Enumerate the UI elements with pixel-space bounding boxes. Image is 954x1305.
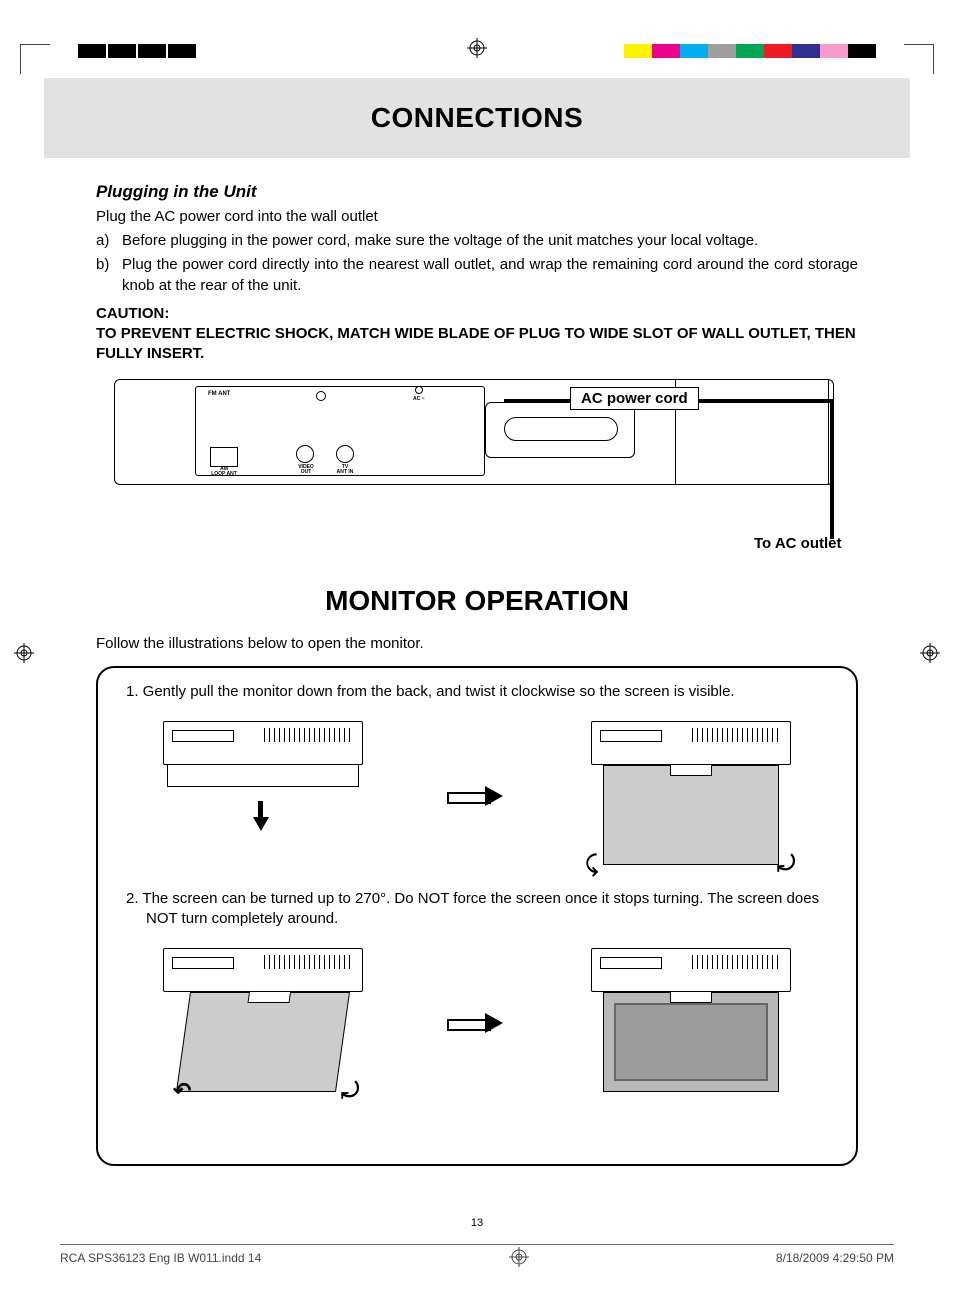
subheading: Plugging in the Unit	[96, 182, 858, 202]
tv-ant-jack-icon	[336, 445, 354, 463]
illustration-row: ↶ ⤾	[116, 938, 838, 1108]
video-out-jack-icon	[296, 445, 314, 463]
list-label: a)	[96, 231, 122, 251]
page-title: CONNECTIONS	[371, 102, 583, 134]
device-screen-side-illustration: ↶ ⤾	[153, 948, 373, 1098]
section-title: MONITOR OPERATION	[44, 585, 910, 617]
slug-datetime: 8/18/2009 4:29:50 PM	[776, 1251, 894, 1267]
step-text-line2: NOT turn completely around.	[126, 909, 838, 929]
caution-label: CAUTION:	[96, 304, 858, 324]
instruction-text: Follow the illustrations below to open t…	[96, 635, 858, 652]
am-loop-label: AM LOOP ANT	[204, 467, 244, 477]
monitor-steps-box: 1. Gently pull the monitor down from the…	[96, 666, 858, 1166]
intro-text: Plug the AC power cord into the wall out…	[96, 208, 858, 225]
list-item: a) Before plugging in the power cord, ma…	[96, 231, 858, 251]
caution-text: TO PREVENT ELECTRIC SHOCK, MATCH WIDE BL…	[96, 324, 858, 365]
black-bars-icon	[78, 44, 198, 58]
print-registration-top	[0, 20, 954, 56]
page-content: CONNECTIONS Plugging in the Unit Plug th…	[44, 64, 910, 1244]
rotate-cw-icon: ⤾	[341, 1078, 365, 1102]
rear-panel-diagram: FM ANT AM LOOP ANT VIDEO OUT TV ANT IN A…	[114, 375, 858, 555]
rear-panel-outline: FM ANT AM LOOP ANT VIDEO OUT TV ANT IN A…	[114, 379, 834, 485]
ordered-list: a) Before plugging in the power cord, ma…	[96, 231, 858, 296]
ac-inlet-icon	[415, 386, 423, 394]
step-text: 1. Gently pull the monitor down from the…	[116, 682, 838, 702]
am-loop-socket-icon	[210, 447, 238, 467]
ac-cord-line	[830, 399, 834, 539]
arrow-right-icon	[447, 784, 507, 808]
list-label: b)	[96, 255, 122, 296]
ac-inlet-label: AC ~	[413, 396, 425, 402]
color-bars-icon	[624, 44, 876, 58]
screw-icon	[316, 391, 326, 401]
fm-ant-label: FM ANT	[208, 391, 230, 397]
panel-seam	[828, 380, 829, 484]
registration-target-icon	[14, 643, 34, 663]
page-number: 13	[0, 1217, 954, 1229]
section-title-band: CONNECTIONS	[44, 78, 910, 158]
registration-target-icon	[509, 1247, 529, 1267]
arrow-right-icon	[447, 1011, 507, 1035]
step-text: 2. The screen can be turned up to 270°. …	[116, 889, 838, 928]
ac-cord-callout: AC power cord	[570, 387, 699, 410]
list-text: Before plugging in the power cord, make …	[122, 231, 758, 251]
registration-target-icon	[467, 38, 487, 58]
device-screen-back-illustration: ⤹ ⤾	[581, 721, 801, 871]
rotate-ccw-icon: ⤹	[585, 851, 609, 875]
tv-ant-label: TV ANT IN	[330, 465, 360, 475]
rear-panel-connector-area: FM ANT AM LOOP ANT VIDEO OUT TV ANT IN	[195, 386, 485, 476]
slug-filename: RCA SPS36123 Eng IB W011.indd 14	[60, 1251, 261, 1267]
to-ac-outlet-label: To AC outlet	[754, 535, 841, 552]
list-item: b) Plug the power cord directly into the…	[96, 255, 858, 296]
video-out-label: VIDEO OUT	[292, 465, 320, 475]
cord-storage-icon	[485, 402, 635, 458]
arrow-down-icon	[253, 801, 269, 831]
caution-block: CAUTION: TO PREVENT ELECTRIC SHOCK, MATC…	[96, 304, 858, 365]
registration-target-icon	[920, 643, 940, 663]
step-text-line1: 2. The screen can be turned up to 270°. …	[126, 890, 819, 907]
slug-line: RCA SPS36123 Eng IB W011.indd 14 8/18/20…	[60, 1244, 894, 1267]
list-text: Plug the power cord directly into the ne…	[122, 255, 858, 296]
illustration-row: ⤹ ⤾	[116, 711, 838, 881]
device-closed-illustration	[153, 721, 373, 871]
rotate-cw-icon: ⤾	[777, 851, 801, 875]
connections-content: Plugging in the Unit Plug the AC power c…	[44, 158, 910, 555]
rotate-ccw-icon: ↶	[173, 1078, 197, 1102]
device-screen-front-illustration	[581, 948, 801, 1098]
